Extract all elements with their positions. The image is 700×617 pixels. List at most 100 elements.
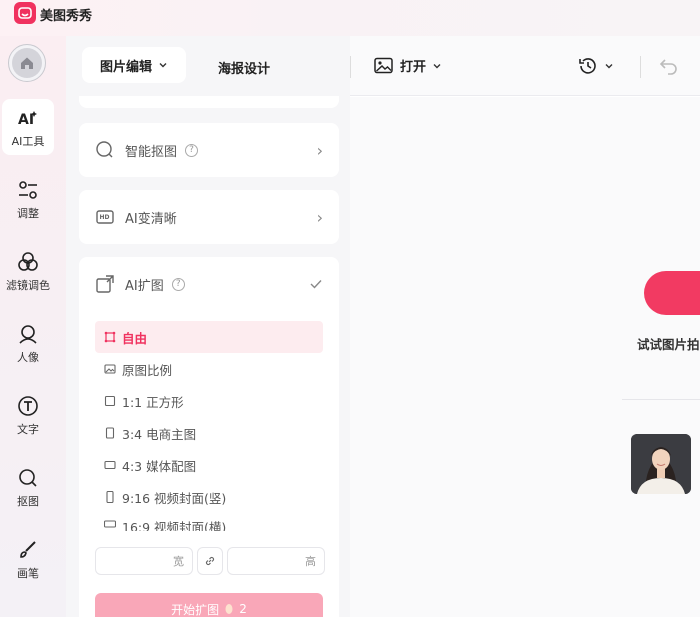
undo-button[interactable] xyxy=(658,56,680,80)
text-icon xyxy=(18,395,38,416)
ratio-option-original[interactable]: 原图比例 xyxy=(95,353,323,385)
ratio-option-label: 1:1 正方形 xyxy=(122,394,184,410)
tool-card-smart-cutout[interactable]: 智能抠图 ? › xyxy=(79,123,339,177)
ai-expand-label: AI扩图 xyxy=(125,278,164,294)
rail-item-filter[interactable]: 滤镜调色 xyxy=(2,243,54,299)
height-input[interactable]: 高 xyxy=(227,547,325,575)
tool-card-ai-hd[interactable]: HD AI变清晰 › xyxy=(79,190,339,244)
image-icon xyxy=(103,362,117,376)
ratio-option-1-1[interactable]: 1:1 正方形 xyxy=(95,385,323,417)
start-expand-label: 开始扩图 xyxy=(171,602,220,617)
rail-label: 调整 xyxy=(17,206,39,220)
rail-label: AI工具 xyxy=(11,134,45,148)
svg-text:AI: AI xyxy=(18,112,34,128)
rail-item-text[interactable]: 文字 xyxy=(2,387,54,443)
rail-label: 画笔 xyxy=(17,566,39,580)
rail-label: 人像 xyxy=(17,350,39,364)
ai-tool-icon: AI xyxy=(18,110,37,128)
cutout-icon xyxy=(19,468,37,487)
smart-cutout-icon xyxy=(95,140,115,160)
tool-card-partial xyxy=(79,96,339,108)
portrait-icon xyxy=(19,324,37,344)
history-icon xyxy=(579,58,596,74)
tab-poster-design[interactable]: 海报设计 xyxy=(218,58,270,77)
rail-item-adjust[interactable]: 调整 xyxy=(2,171,54,227)
width-input[interactable]: 宽 xyxy=(95,547,193,575)
hd-icon: HD xyxy=(95,207,115,227)
app-name: 美图秀秀 xyxy=(40,9,93,24)
rail-item-brush[interactable]: 画笔 xyxy=(2,531,54,587)
image-icon xyxy=(374,57,393,73)
link-icon xyxy=(205,556,215,566)
ratio-option-9-16[interactable]: 9:16 视频封面(竖) xyxy=(95,481,323,513)
open-label: 打开 xyxy=(400,60,427,75)
ratio-option-4-3[interactable]: 4:3 媒体配图 xyxy=(95,449,323,481)
main-area: 打开 试试图片拍 xyxy=(350,36,700,617)
tool-panel: 图片编辑 海报设计 智能抠图 ? › HD AI变清晰 › AI扩图 ? 自由 … xyxy=(66,36,350,617)
history-button[interactable] xyxy=(578,56,614,76)
filter-icon xyxy=(18,251,38,271)
rail-label: 文字 xyxy=(17,422,39,436)
rail-label: 滤镜调色 xyxy=(6,278,50,292)
home-icon xyxy=(21,57,33,69)
chevron-down-icon xyxy=(159,63,167,68)
tall-rect-icon xyxy=(103,490,117,504)
main-toolbar: 打开 xyxy=(350,36,700,96)
home-button[interactable] xyxy=(8,44,46,82)
divider xyxy=(640,56,641,78)
adjust-icon xyxy=(19,180,37,199)
ratio-option-16-9[interactable]: 16:9 视频封面(横) xyxy=(95,513,323,531)
canvas-area: 试试图片拍 xyxy=(350,97,700,617)
app-logo-icon xyxy=(14,2,36,24)
upload-button[interactable] xyxy=(644,271,700,315)
rail-item-portrait[interactable]: 人像 xyxy=(2,315,54,371)
tab-image-edit[interactable]: 图片编辑 xyxy=(82,47,186,83)
rail-label: 抠图 xyxy=(17,494,39,508)
left-rail: AI AI工具 调整 滤镜调色 人像 文字 抠图 画笔 xyxy=(0,36,66,617)
title-bar: 美图秀秀 xyxy=(0,0,700,36)
ratio-option-label: 原图比例 xyxy=(122,362,173,378)
ratio-option-label: 9:16 视频封面(竖) xyxy=(122,490,227,506)
try-sample-text: 试试图片拍 xyxy=(637,337,700,352)
expand-icon xyxy=(95,274,115,294)
chevron-right-icon: › xyxy=(316,207,323,227)
sample-portrait-image xyxy=(631,434,691,494)
landscape-rect-icon xyxy=(103,458,117,472)
chevron-right-icon: › xyxy=(316,140,323,160)
help-icon[interactable]: ? xyxy=(185,143,199,157)
check-icon xyxy=(310,280,322,289)
ratio-option-list: 自由 原图比例 1:1 正方形 3:4 电商主图 4:3 媒体配图 9:16 视… xyxy=(95,321,323,531)
ratio-option-label: 3:4 电商主图 xyxy=(122,426,197,442)
open-button[interactable]: 打开 xyxy=(374,56,442,75)
start-expand-button[interactable]: 开始扩图 2 xyxy=(95,593,323,617)
ai-expand-header[interactable]: AI扩图 ? xyxy=(79,257,339,311)
mode-tabs: 图片编辑 海报设计 xyxy=(66,36,350,96)
sample-image-thumbnail[interactable] xyxy=(631,434,691,494)
rail-item-ai-tools[interactable]: AI AI工具 xyxy=(2,99,54,155)
cost-value: 2 xyxy=(239,602,247,616)
brush-icon xyxy=(20,540,36,558)
dimension-row: 宽 高 xyxy=(95,547,327,575)
ratio-option-free[interactable]: 自由 xyxy=(95,321,323,353)
help-icon[interactable]: ? xyxy=(171,277,185,291)
smart-cutout-label: 智能抠图 xyxy=(125,144,178,160)
free-crop-icon xyxy=(103,330,117,344)
portrait-rect-icon xyxy=(103,426,117,440)
square-icon xyxy=(103,394,117,408)
bean-icon xyxy=(225,604,233,614)
tab-image-edit-label: 图片编辑 xyxy=(99,59,152,75)
ai-hd-label: AI变清晰 xyxy=(125,211,177,227)
divider xyxy=(622,399,700,400)
undo-icon xyxy=(659,59,677,75)
tool-card-ai-expand: AI扩图 ? 自由 原图比例 1:1 正方形 3:4 电商主图 4:3 媒体配图… xyxy=(79,257,339,617)
ratio-option-3-4[interactable]: 3:4 电商主图 xyxy=(95,417,323,449)
rail-item-cutout[interactable]: 抠图 xyxy=(2,459,54,515)
chevron-down-icon xyxy=(605,64,613,69)
wide-rect-icon xyxy=(103,517,117,531)
ratio-option-label: 4:3 媒体配图 xyxy=(122,458,197,474)
chevron-down-icon xyxy=(433,63,441,68)
svg-text:HD: HD xyxy=(100,214,110,221)
link-ratio-button[interactable] xyxy=(197,547,223,575)
ratio-option-label: 16:9 视频封面(横) xyxy=(122,520,227,531)
divider xyxy=(350,56,351,78)
